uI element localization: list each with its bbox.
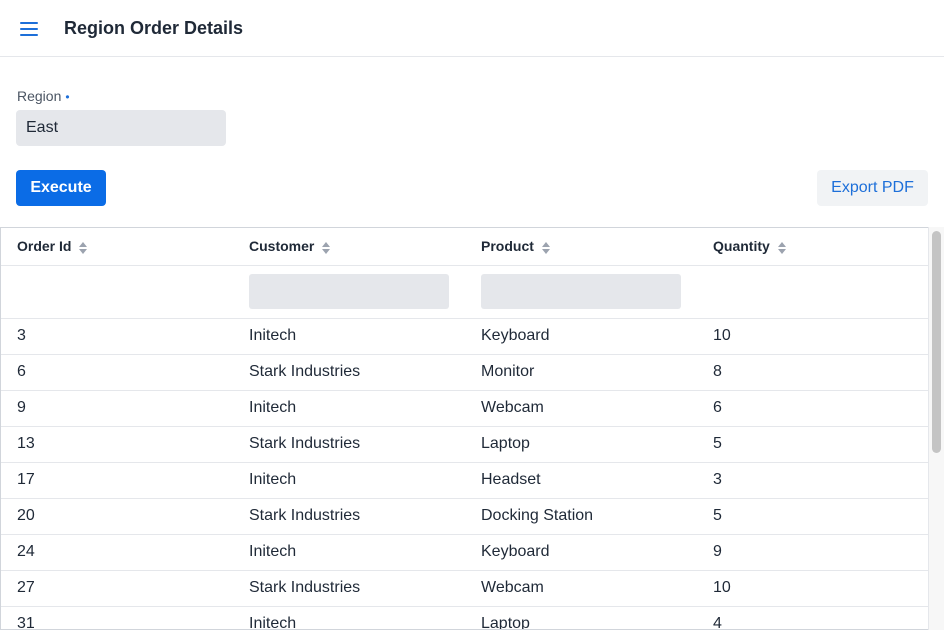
cell-product: Docking Station — [465, 498, 697, 535]
cell-quantity: 4 — [697, 606, 929, 629]
cell-quantity: 8 — [697, 354, 929, 391]
sort-icon[interactable] — [322, 241, 331, 254]
cell-customer: Initech — [233, 318, 465, 355]
cell-customer: Initech — [233, 534, 465, 571]
cell-order-id: 27 — [1, 570, 233, 607]
table-row[interactable]: 27 Stark Industries Webcam 10 — [1, 570, 929, 607]
column-header-label: Order Id — [17, 238, 72, 255]
menu-bar — [20, 22, 38, 24]
menu-bar — [20, 28, 38, 30]
table-row[interactable]: 6 Stark Industries Monitor 8 — [1, 354, 929, 391]
cell-product: Webcam — [465, 570, 697, 607]
product-filter-input[interactable] — [481, 274, 681, 309]
sort-icon[interactable] — [777, 241, 786, 254]
cell-quantity: 5 — [697, 498, 929, 535]
cell-order-id: 24 — [1, 534, 233, 571]
column-header-product[interactable]: Product — [465, 228, 697, 266]
cell-quantity: 5 — [697, 426, 929, 463]
region-input-value: East — [26, 119, 59, 136]
column-header-label: Customer — [249, 238, 315, 255]
column-header-order-id[interactable]: Order Id — [1, 228, 233, 266]
page-title: Region Order Details — [64, 18, 244, 38]
menu-bar — [20, 34, 38, 36]
cell-customer: Stark Industries — [233, 426, 465, 463]
cell-order-id: 6 — [1, 354, 233, 391]
table-row[interactable]: 9 Initech Webcam 6 — [1, 390, 929, 427]
cell-quantity: 3 — [697, 462, 929, 499]
cell-quantity: 10 — [697, 318, 929, 355]
column-header-quantity[interactable]: Quantity — [697, 228, 929, 266]
table-row[interactable]: 13 Stark Industries Laptop 5 — [1, 426, 929, 463]
filter-cell — [233, 265, 465, 319]
table-row[interactable]: 3 Initech Keyboard 10 — [1, 318, 929, 355]
cell-customer: Initech — [233, 606, 465, 629]
cell-order-id: 31 — [1, 606, 233, 629]
table-scrollbar[interactable] — [928, 227, 944, 630]
sort-icon[interactable] — [541, 241, 550, 254]
customer-filter-input[interactable] — [249, 274, 449, 309]
sort-icon[interactable] — [79, 241, 88, 254]
column-header-customer[interactable]: Customer — [233, 228, 465, 266]
cell-order-id: 13 — [1, 426, 233, 463]
app-header: Region Order Details — [0, 0, 944, 57]
filter-cell — [697, 265, 929, 319]
cell-order-id: 3 — [1, 318, 233, 355]
column-header-label: Product — [481, 238, 534, 255]
table-row[interactable]: 17 Initech Headset 3 — [1, 462, 929, 499]
filter-cell — [465, 265, 697, 319]
required-marker: • — [65, 90, 70, 104]
cell-customer: Stark Industries — [233, 498, 465, 535]
hamburger-menu-icon[interactable] — [20, 19, 40, 39]
cell-customer: Stark Industries — [233, 354, 465, 391]
cell-product: Keyboard — [465, 318, 697, 355]
region-label: Region • — [17, 88, 70, 104]
cell-product: Headset — [465, 462, 697, 499]
column-header-label: Quantity — [713, 238, 770, 255]
region-input[interactable]: East — [16, 110, 226, 146]
export-pdf-button[interactable]: Export PDF — [817, 170, 928, 206]
table-row[interactable]: 31 Initech Laptop 4 — [1, 606, 929, 629]
cell-product: Monitor — [465, 354, 697, 391]
table-header-row: Order Id Customer Product Quantity — [1, 228, 929, 266]
scrollbar-thumb[interactable] — [932, 231, 941, 453]
cell-customer: Stark Industries — [233, 570, 465, 607]
table-row[interactable]: 24 Initech Keyboard 9 — [1, 534, 929, 571]
cell-order-id: 20 — [1, 498, 233, 535]
cell-order-id: 17 — [1, 462, 233, 499]
cell-customer: Initech — [233, 390, 465, 427]
cell-customer: Initech — [233, 462, 465, 499]
cell-order-id: 9 — [1, 390, 233, 427]
cell-product: Laptop — [465, 426, 697, 463]
filter-row — [1, 265, 929, 319]
cell-quantity: 10 — [697, 570, 929, 607]
cell-product: Laptop — [465, 606, 697, 629]
cell-product: Keyboard — [465, 534, 697, 571]
cell-quantity: 9 — [697, 534, 929, 571]
table-row[interactable]: 20 Stark Industries Docking Station 5 — [1, 498, 929, 535]
execute-button[interactable]: Execute — [16, 170, 106, 206]
filter-cell — [1, 265, 233, 319]
cell-quantity: 6 — [697, 390, 929, 427]
region-label-text: Region — [17, 88, 62, 104]
cell-product: Webcam — [465, 390, 697, 427]
orders-table: Order Id Customer Product Quantity 3 Ini… — [0, 227, 944, 630]
